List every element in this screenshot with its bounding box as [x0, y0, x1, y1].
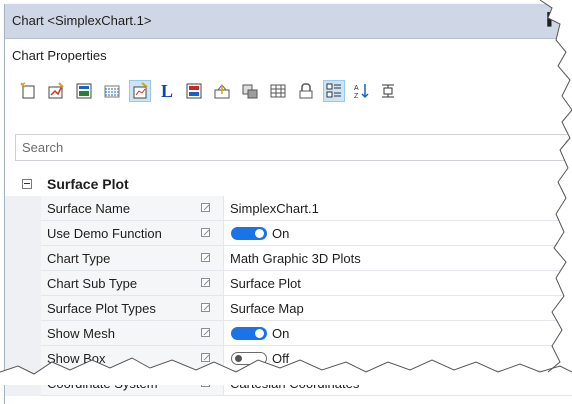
torn-edge-overlay: [0, 0, 572, 385]
